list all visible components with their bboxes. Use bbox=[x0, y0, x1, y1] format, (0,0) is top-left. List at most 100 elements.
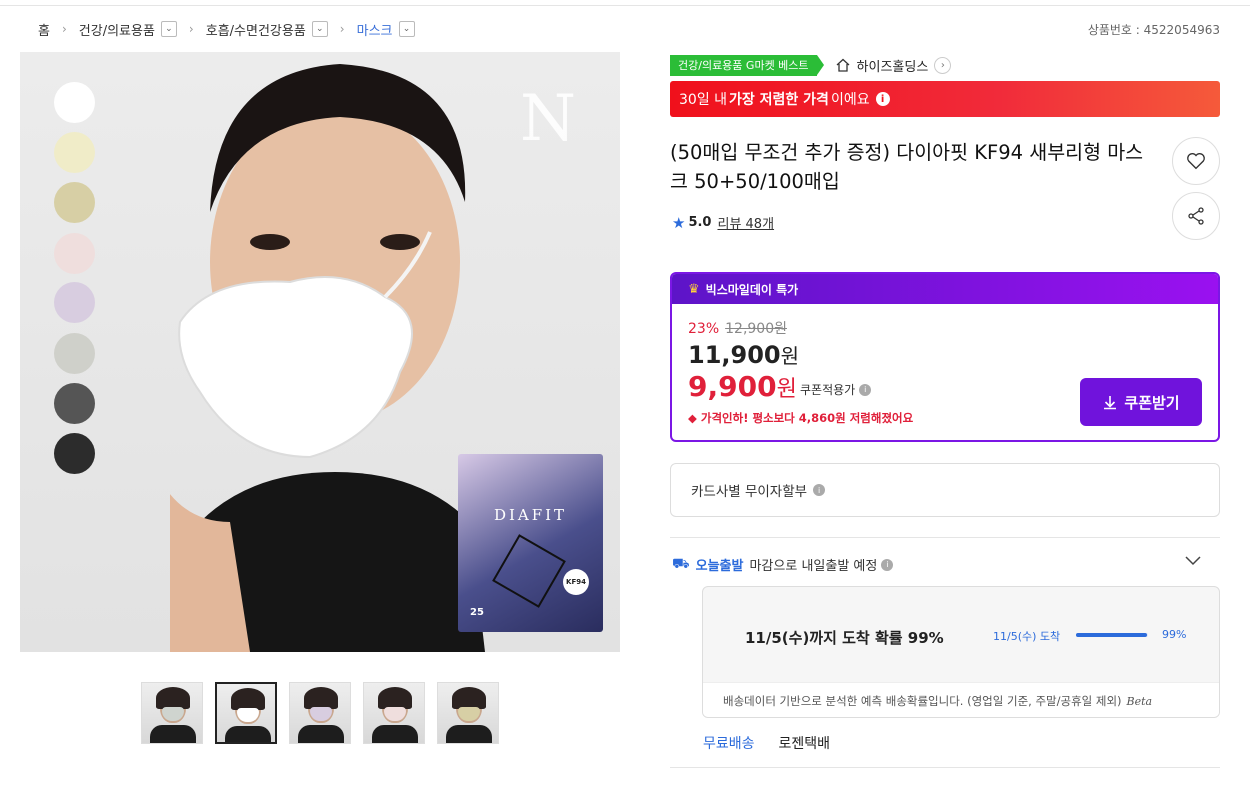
review-link[interactable]: 리뷰 48개 bbox=[717, 213, 774, 232]
thumbnail[interactable] bbox=[141, 682, 203, 744]
truck-icon: ⛟ bbox=[672, 555, 690, 572]
best-badge[interactable]: 건강/의료용품 G마켓 베스트 bbox=[670, 54, 824, 76]
deal-header-label: 빅스마일데이 특가 bbox=[705, 282, 799, 297]
color-swatch[interactable] bbox=[54, 233, 95, 274]
rating-score: 5.0 bbox=[688, 215, 712, 230]
brand-logo: N bbox=[520, 82, 576, 156]
info-icon[interactable]: i bbox=[881, 558, 894, 571]
chevron-right-icon: › bbox=[188, 22, 194, 36]
seller-name: 하이즈홀딩스 bbox=[856, 59, 929, 75]
free-shipping: 무료배송 bbox=[703, 736, 755, 752]
probability-percent: 99% bbox=[1162, 628, 1187, 641]
sale-price: 11,900원 bbox=[688, 340, 799, 369]
arrival-probability-text: 11/5(수)까지 도착 확률 99% bbox=[745, 629, 944, 647]
probability-fill bbox=[1076, 633, 1148, 637]
thumbnail-strip bbox=[141, 682, 499, 744]
beta-label: Beta bbox=[1126, 694, 1153, 708]
info-icon[interactable]: i bbox=[813, 484, 826, 496]
breadcrumb-subcategory[interactable]: 호흡/수면건강용품 bbox=[206, 20, 306, 39]
breadcrumb: 홈 › 건강/의료용품 ⌄ › 호흡/수면건강용품 ⌄ › 마스크 ⌄ bbox=[38, 19, 415, 39]
chevron-right-icon: › bbox=[339, 22, 345, 36]
lowest-banner-post: 이에요 bbox=[830, 92, 870, 108]
color-swatch[interactable] bbox=[54, 282, 95, 323]
breadcrumb-category[interactable]: 건강/의료용품 bbox=[79, 20, 155, 39]
card-installment-label: 카드사별 무이자할부 bbox=[691, 484, 808, 500]
thumbnail[interactable] bbox=[289, 682, 351, 744]
product-number: 상품번호 : 4522054963 bbox=[1087, 23, 1220, 37]
probability-note: 배송데이터 기반으로 분석한 예측 배송확률입니다. (영업일 기준, 주말/공… bbox=[703, 682, 1219, 717]
color-swatch[interactable] bbox=[54, 433, 95, 474]
coupon-price-label: 쿠폰적용가 i bbox=[800, 381, 872, 398]
rating: ★ 5.0 리뷰 48개 bbox=[672, 213, 774, 233]
wishlist-button[interactable] bbox=[1172, 137, 1220, 185]
probability-bar bbox=[1076, 633, 1148, 637]
breadcrumb-current[interactable]: 마스크 bbox=[357, 20, 393, 39]
thumbnail[interactable] bbox=[215, 682, 277, 744]
ship-description: 마감으로 내일출발 예정 bbox=[749, 559, 878, 574]
carrier: 로젠택배 bbox=[778, 736, 831, 752]
today-ship-label: 오늘출발 bbox=[695, 559, 744, 574]
package-brand: DIAFIT bbox=[493, 506, 568, 524]
kf94-badge: KF94 bbox=[563, 569, 589, 595]
probability-note-text: 배송데이터 기반으로 분석한 예측 배송확률입니다. (영업일 기준, 주말/공… bbox=[723, 694, 1122, 708]
top-divider bbox=[0, 5, 1250, 6]
thumbnail[interactable] bbox=[363, 682, 425, 744]
sale-price-number: 11,900 bbox=[688, 341, 781, 369]
package-count: 25 bbox=[470, 607, 484, 618]
chevron-down-icon[interactable]: ⌄ bbox=[160, 21, 177, 37]
share-icon bbox=[1188, 207, 1204, 225]
lowest-banner-pre: 30일 내 bbox=[679, 92, 728, 108]
discount-rate: 23% bbox=[688, 321, 720, 337]
divider bbox=[670, 767, 1220, 768]
chevron-right-icon: › bbox=[61, 22, 67, 36]
seller-link[interactable]: 하이즈홀딩스 › bbox=[835, 56, 952, 75]
model-photo bbox=[170, 64, 485, 652]
thumbnail[interactable] bbox=[437, 682, 499, 744]
coupon-price-unit: 원 bbox=[776, 377, 797, 402]
delivery-info: 무료배송 로젠택배 bbox=[703, 733, 830, 753]
down-arrow-icon: ◆ bbox=[688, 411, 697, 425]
star-icon: ★ bbox=[672, 213, 686, 232]
chevron-down-icon[interactable]: ⌄ bbox=[398, 21, 415, 37]
original-price: 12,900원 bbox=[725, 321, 787, 337]
coupon-price: 9,900원 bbox=[688, 370, 797, 403]
coupon-button-label: 쿠폰받기 bbox=[1124, 393, 1180, 412]
chevron-right-icon: › bbox=[934, 56, 952, 74]
download-icon bbox=[1104, 396, 1117, 410]
info-icon[interactable]: i bbox=[859, 383, 872, 396]
color-swatch[interactable] bbox=[54, 182, 95, 223]
color-swatch[interactable] bbox=[54, 82, 95, 123]
discount-row: 23% 12,900원 bbox=[688, 318, 787, 338]
color-swatch[interactable] bbox=[54, 132, 95, 173]
shipping-row: ⛟ 오늘출발 마감으로 내일출발 예정 i bbox=[672, 555, 894, 574]
coupon-price-number: 9,900 bbox=[688, 370, 777, 403]
deal-header: ♛ 빅스마일데이 특가 bbox=[672, 274, 1218, 304]
info-icon[interactable]: i bbox=[875, 92, 890, 106]
heart-icon bbox=[1187, 153, 1205, 170]
arrival-date: 11/5(수) 도착 bbox=[993, 630, 1061, 643]
badge-row: 건강/의료용품 G마켓 베스트 하이즈홀딩스 › bbox=[670, 54, 952, 76]
price-drop-notice: ◆ 가격인하! 평소보다 4,860원 저렴해졌어요 bbox=[688, 410, 913, 426]
chevron-down-icon[interactable]: ⌄ bbox=[311, 21, 328, 37]
price-drop-text: 가격인하! 평소보다 4,860원 저렴해졌어요 bbox=[700, 411, 914, 425]
card-installment[interactable]: 카드사별 무이자할부 i bbox=[670, 463, 1220, 517]
product-title: (50매입 무조건 추가 증정) 다이아핏 KF94 새부리형 마스크 50+5… bbox=[670, 141, 1144, 193]
color-swatch[interactable] bbox=[54, 383, 95, 424]
color-swatch[interactable] bbox=[54, 333, 95, 374]
hexagon-icon bbox=[492, 534, 566, 608]
crown-icon: ♛ bbox=[688, 281, 700, 297]
delivery-probability-box: 11/5(수)까지 도착 확률 99% 11/5(수) 도착 99% 배송데이터… bbox=[702, 586, 1220, 718]
divider bbox=[670, 537, 1220, 538]
share-button[interactable] bbox=[1172, 192, 1220, 240]
main-product-image[interactable]: N DIAFIT KF94 25 bbox=[20, 52, 620, 652]
coupon-download-button[interactable]: 쿠폰받기 bbox=[1080, 378, 1202, 426]
home-icon bbox=[836, 58, 849, 72]
deal-box: ♛ 빅스마일데이 특가 23% 12,900원 11,900원 9,900원 쿠폰… bbox=[670, 272, 1220, 442]
breadcrumb-home[interactable]: 홈 bbox=[38, 20, 50, 39]
chevron-down-icon[interactable] bbox=[1184, 551, 1202, 569]
lowest-price-banner: 30일 내 가장 저렴한 가격 이에요 i bbox=[670, 81, 1220, 117]
lowest-banner-bold: 가장 저렴한 가격 bbox=[729, 92, 829, 108]
coupon-label-text: 쿠폰적용가 bbox=[800, 383, 856, 397]
product-package: DIAFIT KF94 25 bbox=[458, 454, 603, 632]
sale-price-unit: 원 bbox=[780, 344, 800, 368]
